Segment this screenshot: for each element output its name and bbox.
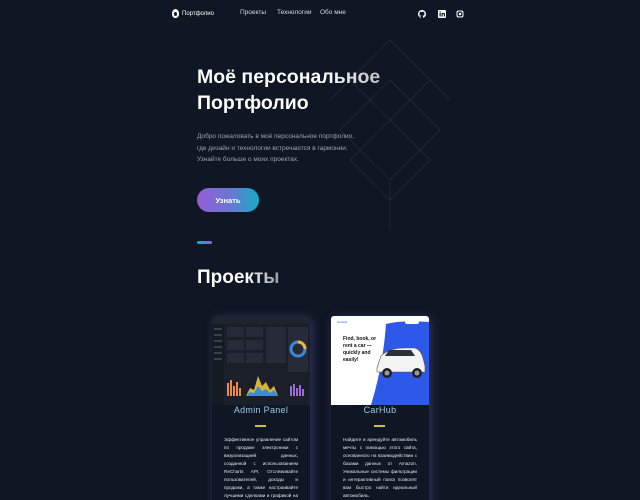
github-icon[interactable] (418, 10, 426, 18)
card-title-underline (374, 425, 385, 427)
card-title-underline (255, 425, 266, 427)
hero-title-line-1: Моё персональное (197, 66, 381, 88)
project-card-admin-panel[interactable]: Admin Panel Эффективное управление сайто… (212, 316, 310, 500)
section-divider (197, 241, 212, 244)
project-card-carhub[interactable]: CarHub Find, book, or rent a car — quick… (331, 316, 429, 500)
carhub-headline-3: quickly and (343, 350, 371, 356)
learn-more-button[interactable]: Узнать (197, 188, 259, 212)
logo[interactable]: Портфолио (172, 9, 214, 18)
carhub-brand: CarHub (337, 320, 348, 324)
linkedin-icon[interactable] (438, 10, 446, 18)
carhub-thumbnail: CarHub Find, book, or rent a car — quick… (331, 316, 429, 405)
site-header: Портфолио Проекты Технологии Обо мне (0, 0, 640, 28)
admin-panel-thumbnail (212, 316, 310, 405)
carhub-headline-2: rent a car — (343, 343, 372, 349)
nav-link-projects[interactable]: Проекты (240, 9, 266, 16)
carhub-headline-4: easily! (343, 357, 359, 363)
logo-text: Портфолио (182, 10, 214, 17)
hero-title: Моё персональное Портфолио (197, 64, 427, 116)
instagram-icon[interactable] (456, 10, 464, 18)
nav-link-technologies[interactable]: Технологии (277, 9, 312, 16)
carhub-headline-1: Find, book, or (343, 336, 376, 342)
hero-title-line-2: Портфолио (197, 92, 309, 114)
card-description: Эффективное управление сайтом по продаже… (224, 437, 298, 498)
logo-icon (172, 9, 179, 18)
projects-section-title: Проекты (197, 267, 280, 288)
card-title: Admin Panel (233, 405, 289, 415)
hero-description: Добро пожаловать в моё персональное порт… (197, 133, 355, 163)
card-description: Найдите и арендуйте автомобиль мечты с п… (343, 437, 417, 498)
card-title: CarHub (363, 405, 397, 415)
nav-link-about[interactable]: Обо мне (320, 9, 346, 16)
